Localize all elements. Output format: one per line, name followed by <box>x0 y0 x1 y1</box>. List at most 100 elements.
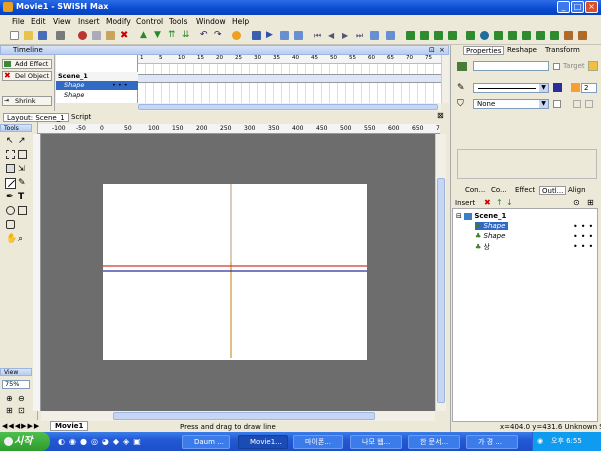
outline-down-icon[interactable]: ↓ <box>506 198 513 207</box>
ellipse-tool-icon[interactable] <box>6 206 15 215</box>
menu-modify[interactable]: Modify <box>106 17 131 26</box>
tree-shape[interactable]: ♣ Shape <box>475 232 505 240</box>
line-style-select[interactable]: ▼ <box>473 83 549 93</box>
bring-forward-icon[interactable]: ▲ <box>140 31 149 40</box>
zoom-fill-icon[interactable]: ⇲ <box>18 164 25 173</box>
layout-close-icon[interactable]: ⊠ <box>437 112 447 121</box>
reshape-tool-icon[interactable]: ↗ <box>18 136 26 146</box>
settings-icon[interactable] <box>588 61 598 71</box>
line-width-input[interactable]: 2 <box>581 83 597 93</box>
zoom-in-icon[interactable]: ⊕ <box>6 394 13 403</box>
close-button[interactable]: × <box>585 1 598 13</box>
target-checkbox[interactable] <box>553 63 560 70</box>
first-frame-icon[interactable]: ⏮ <box>314 31 323 40</box>
quicklaunch-icons[interactable]: ◐◉●◎◕◆◈▣ <box>58 437 145 446</box>
task-movie1[interactable]: Movie1... <box>238 435 288 449</box>
next-frame-icon[interactable]: ▶ <box>342 31 351 40</box>
menu-insert[interactable]: Insert <box>78 17 100 26</box>
paste-icon[interactable] <box>106 31 115 40</box>
timeline-row-shape-selected[interactable]: Shape • • • <box>56 81 138 90</box>
tab-layout[interactable]: Layout: Scene_1 <box>3 113 69 122</box>
timeline-hscroll[interactable] <box>138 103 441 111</box>
tree-row-flags[interactable]: ••• <box>573 222 596 231</box>
fill-color-swatch[interactable] <box>553 100 561 108</box>
task-daum[interactable]: Daum ... <box>182 435 230 449</box>
pencil-tool-icon[interactable]: ✎ <box>18 178 26 188</box>
zoom-fit-icon[interactable]: ⊞ <box>6 406 13 415</box>
timeline-frames-grid[interactable] <box>138 64 441 103</box>
panel-close-icon[interactable]: × <box>439 46 445 55</box>
fill-option-icon[interactable] <box>573 100 581 108</box>
outline-up-icon[interactable]: ↑ <box>496 198 503 207</box>
tab-align[interactable]: Align <box>566 186 588 195</box>
help-icon[interactable] <box>232 31 241 40</box>
tab-transform[interactable]: Transform <box>543 46 582 55</box>
test-browser-icon[interactable] <box>466 31 475 40</box>
task-myphone[interactable]: 마이폰... <box>293 435 343 449</box>
stop-icon[interactable] <box>252 31 261 40</box>
outline-view-icon[interactable]: ⊙ <box>573 198 580 207</box>
copy-icon[interactable] <box>92 31 101 40</box>
fill-select[interactable]: None ▼ <box>473 99 549 109</box>
menu-view[interactable]: View <box>53 17 71 26</box>
button-icon[interactable] <box>550 31 559 40</box>
new-icon[interactable] <box>10 31 19 40</box>
timeline-vscroll[interactable] <box>441 55 449 103</box>
sound-icon[interactable] <box>564 31 573 40</box>
pin-icon[interactable]: ⊡ <box>429 46 435 55</box>
shrink-button[interactable]: Shrink <box>2 96 52 106</box>
tab-script[interactable]: Script <box>68 113 94 122</box>
transform-tool-icon[interactable] <box>6 150 15 159</box>
timeline-row-scene[interactable]: Scene_1 <box>56 72 138 81</box>
sprite-icon[interactable] <box>536 31 545 40</box>
outline-lock-icon[interactable]: ⊞ <box>587 198 594 207</box>
stage-canvas[interactable] <box>103 184 367 360</box>
fill-option2-icon[interactable] <box>585 100 593 108</box>
export-image-icon[interactable] <box>448 31 457 40</box>
zoom-tool-icon[interactable]: ⌕ <box>18 234 23 244</box>
nav-arrows-icon[interactable]: ◀◀◀▶▶▶ <box>2 422 40 430</box>
loop-icon[interactable] <box>386 31 395 40</box>
open-icon[interactable] <box>24 31 33 40</box>
export-html-icon[interactable] <box>420 31 429 40</box>
send-back-icon[interactable]: ▼ <box>154 31 163 40</box>
play-effect-icon[interactable] <box>294 31 303 40</box>
motion-tool-icon[interactable] <box>6 164 15 173</box>
rectangle-tool-icon[interactable] <box>18 206 27 215</box>
tree-item-3[interactable]: ♣ 상 <box>475 242 490 252</box>
tree-shape-selected[interactable]: ♣ Shape <box>475 222 509 230</box>
autoshape-tool-icon[interactable] <box>6 220 15 229</box>
line-color-swatch[interactable] <box>553 83 562 92</box>
bezier-tool-icon[interactable]: ✒ <box>6 192 14 202</box>
tree-row-flags[interactable]: ••• <box>573 232 596 241</box>
menu-window[interactable]: Window <box>196 17 226 26</box>
zoom-select[interactable]: 75% <box>2 380 30 389</box>
movie-icon[interactable] <box>508 31 517 40</box>
stage-vscroll[interactable] <box>435 134 446 411</box>
collapse-icon[interactable]: ⊟ <box>456 212 462 220</box>
play-icon[interactable]: ▶ <box>266 31 275 40</box>
fill-transform-icon[interactable] <box>18 150 27 159</box>
stage-vscroll-thumb[interactable] <box>437 178 445 403</box>
menu-control[interactable]: Control <box>136 17 163 26</box>
zoom-100-icon[interactable]: ⊡ <box>18 406 25 415</box>
maximize-button[interactable]: □ <box>571 1 584 13</box>
stage-hscroll[interactable] <box>41 411 435 421</box>
swf-icon[interactable] <box>494 31 503 40</box>
outline-insert-menu[interactable]: Insert <box>455 199 475 207</box>
hand-tool-icon[interactable]: ✋ <box>6 234 17 244</box>
line-options-icon[interactable] <box>571 83 580 92</box>
delete-icon[interactable]: ✖ <box>120 31 129 41</box>
tray-icons[interactable]: ◉ <box>537 432 543 451</box>
last-frame-icon[interactable]: ⏭ <box>356 31 365 40</box>
tab-outline[interactable]: Outl... <box>539 186 567 195</box>
print-icon[interactable] <box>56 31 65 40</box>
redo-icon[interactable]: ↷ <box>214 31 223 40</box>
zoom-out-icon[interactable]: ⊖ <box>18 394 25 403</box>
cut-icon[interactable] <box>78 31 87 40</box>
undo-icon[interactable]: ↶ <box>200 31 209 40</box>
step-icon[interactable] <box>370 31 379 40</box>
scene-icon[interactable] <box>522 31 531 40</box>
tab-color[interactable]: Co... <box>489 186 509 195</box>
line-tool-icon[interactable] <box>5 178 16 189</box>
